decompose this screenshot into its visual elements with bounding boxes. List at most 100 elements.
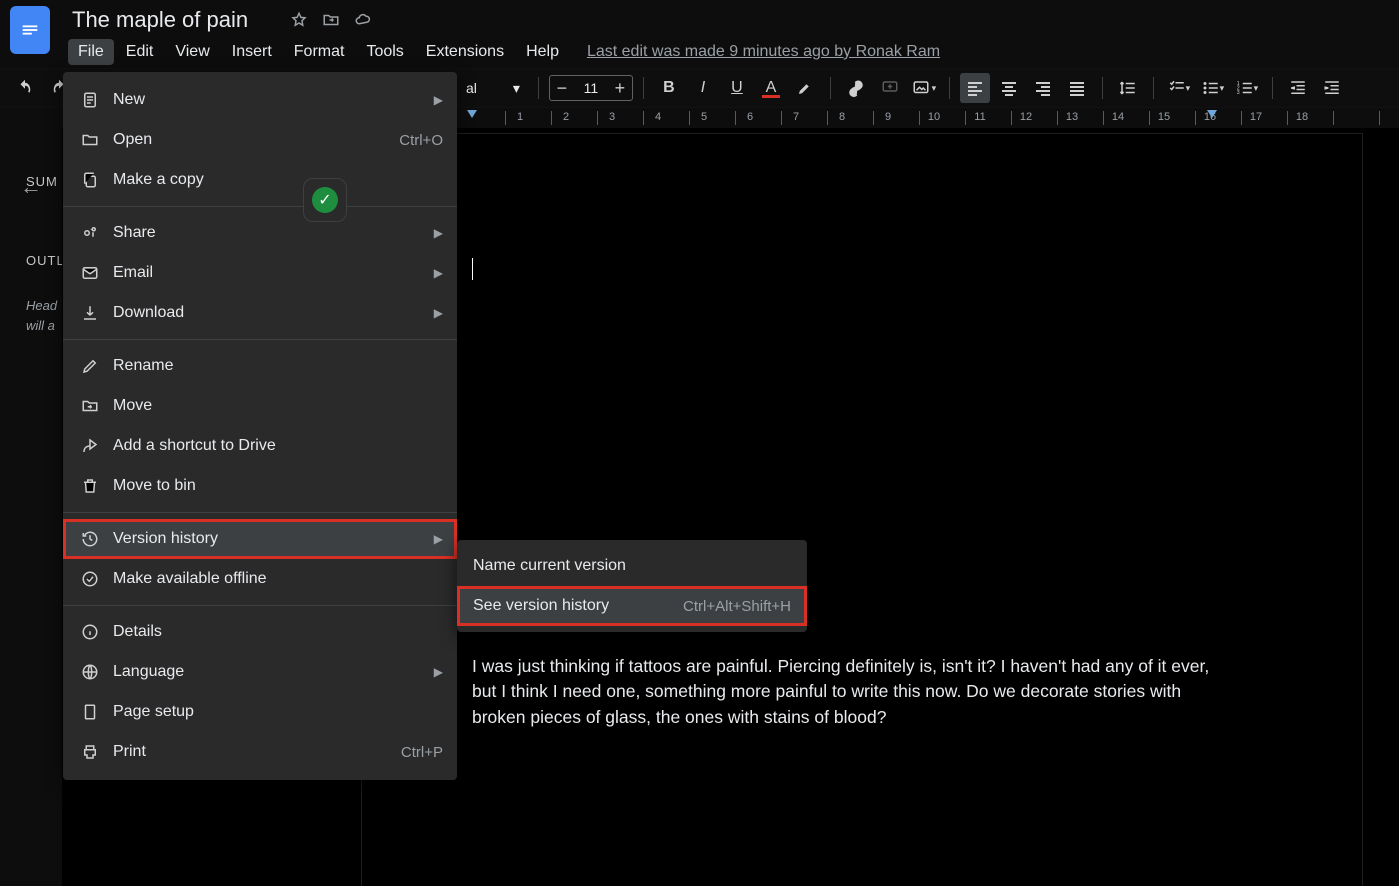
menu-item-label: Open <box>113 131 399 149</box>
ruler-tick: 8 <box>839 111 845 123</box>
file-menu-print[interactable]: PrintCtrl+P <box>63 732 457 772</box>
toolbar-separator <box>538 77 539 99</box>
file-menu-move-to-bin[interactable]: Move to bin <box>63 466 457 506</box>
file-menu-make-available-offline[interactable]: Make available offline <box>63 559 457 599</box>
menu-item-label: Make a copy <box>113 171 443 189</box>
ruler-tick: 10 <box>928 111 940 123</box>
text-cursor-icon <box>472 258 473 280</box>
menu-item-label: Share <box>113 224 434 242</box>
menubar-extensions[interactable]: Extensions <box>416 39 514 65</box>
submenu-arrow-icon: ▶ <box>434 266 443 280</box>
menu-item-label: Email <box>113 264 434 282</box>
file-menu-version-history[interactable]: Version history▶ <box>63 519 457 559</box>
rename-icon <box>77 357 103 375</box>
file-menu-move[interactable]: Move <box>63 386 457 426</box>
file-menu-email[interactable]: Email▶ <box>63 253 457 293</box>
insert-link-button[interactable] <box>841 73 871 103</box>
menu-item-label: Language <box>113 663 434 681</box>
menu-item-label: Page setup <box>113 703 443 721</box>
submenu-name-current-version[interactable]: Name current version <box>457 546 807 586</box>
menubar-format[interactable]: Format <box>284 39 355 65</box>
font-size-value[interactable]: 11 <box>574 80 608 96</box>
file-menu-new[interactable]: New▶ <box>63 80 457 120</box>
line-spacing-button[interactable] <box>1113 73 1143 103</box>
bullet-list-button[interactable]: ▾ <box>1198 73 1228 103</box>
submenu-arrow-icon: ▶ <box>434 306 443 320</box>
italic-button[interactable]: I <box>688 73 718 103</box>
file-menu-details[interactable]: Details <box>63 612 457 652</box>
file-menu-page-setup[interactable]: Page setup <box>63 692 457 732</box>
numbered-list-button[interactable]: 123▾ <box>1232 73 1262 103</box>
menu-separator <box>63 206 457 207</box>
file-menu-add-a-shortcut-to-drive[interactable]: Add a shortcut to Drive <box>63 426 457 466</box>
menu-item-shortcut: Ctrl+O <box>399 132 443 149</box>
bold-button[interactable]: B <box>654 73 684 103</box>
align-center-button[interactable] <box>994 73 1024 103</box>
paragraph-style-dropdown[interactable]: al ▾ <box>458 75 528 101</box>
move-folder-icon[interactable] <box>322 11 340 29</box>
cloud-status-icon[interactable] <box>354 11 372 29</box>
file-menu-make-a-copy[interactable]: Make a copy <box>63 160 457 200</box>
toolbar-separator <box>1153 77 1154 99</box>
menu-item-label: Details <box>113 623 443 641</box>
menu-item-label: Move <box>113 397 443 415</box>
menu-item-label: Add a shortcut to Drive <box>113 437 443 455</box>
highlight-button[interactable] <box>790 73 820 103</box>
text-color-button[interactable]: A <box>756 73 786 103</box>
menubar-tools[interactable]: Tools <box>356 39 413 65</box>
font-size-decrease-button[interactable]: − <box>550 78 574 99</box>
menubar-view[interactable]: View <box>165 39 219 65</box>
menu-item-label: Print <box>113 743 401 761</box>
checklist-button[interactable]: ▾ <box>1164 73 1194 103</box>
submenu-arrow-icon: ▶ <box>434 532 443 546</box>
file-menu-language[interactable]: Language▶ <box>63 652 457 692</box>
ruler-tick: 9 <box>885 111 891 123</box>
file-menu-share[interactable]: Share▶ <box>63 213 457 253</box>
align-left-button[interactable] <box>960 73 990 103</box>
indent-decrease-button[interactable] <box>1283 73 1313 103</box>
undo-button[interactable] <box>10 73 40 103</box>
ruler-tick: 18 <box>1296 111 1308 123</box>
ruler-right-marker-icon[interactable] <box>1207 110 1217 118</box>
docs-logo-icon[interactable] <box>10 6 50 54</box>
move-icon <box>77 397 103 415</box>
file-menu-rename[interactable]: Rename <box>63 346 457 386</box>
menubar-help[interactable]: Help <box>516 39 569 65</box>
document-title-input[interactable] <box>68 5 278 35</box>
document-paragraph[interactable]: I was just thinking if tattoos are painf… <box>472 654 1212 730</box>
add-comment-button[interactable] <box>875 73 905 103</box>
file-menu-open[interactable]: OpenCtrl+O <box>63 120 457 160</box>
menu-item-label: Make available offline <box>113 570 443 588</box>
star-icon[interactable] <box>290 11 308 29</box>
toolbar-separator <box>949 77 950 99</box>
document-page[interactable]: I was just thinking if tattoos are painf… <box>362 134 1362 886</box>
shortcut-icon <box>77 437 103 455</box>
submenu-arrow-icon: ▶ <box>434 665 443 679</box>
align-justify-button[interactable] <box>1062 73 1092 103</box>
font-size-control[interactable]: − 11 + <box>549 75 633 101</box>
submenu-arrow-icon: ▶ <box>434 93 443 107</box>
menu-item-label: Move to bin <box>113 477 443 495</box>
menubar-insert[interactable]: Insert <box>222 39 282 65</box>
insert-image-button[interactable]: ▾ <box>909 73 939 103</box>
indent-increase-button[interactable] <box>1317 73 1347 103</box>
ruler-tick: 2 <box>563 111 569 123</box>
menubar-file[interactable]: File <box>68 39 114 65</box>
download-icon <box>77 304 103 322</box>
font-size-increase-button[interactable]: + <box>608 78 632 99</box>
share-icon <box>77 224 103 242</box>
ruler-tick: 12 <box>1020 111 1032 123</box>
align-right-button[interactable] <box>1028 73 1058 103</box>
menu-item-label: New <box>113 91 434 109</box>
ruler-tick: 14 <box>1112 111 1124 123</box>
menubar-edit[interactable]: Edit <box>116 39 164 65</box>
globe-icon <box>77 663 103 681</box>
file-menu-download[interactable]: Download▶ <box>63 293 457 333</box>
underline-button[interactable]: U <box>722 73 752 103</box>
last-edit-link[interactable]: Last edit was made 9 minutes ago by Rona… <box>587 43 940 61</box>
ruler-indent-marker-icon[interactable] <box>467 110 477 118</box>
toolbar-separator <box>1102 77 1103 99</box>
submenu-see-version-history[interactable]: See version historyCtrl+Alt+Shift+H <box>457 586 807 626</box>
outline-back-icon[interactable]: ← <box>20 174 42 200</box>
ruler-tick: 3 <box>609 111 615 123</box>
